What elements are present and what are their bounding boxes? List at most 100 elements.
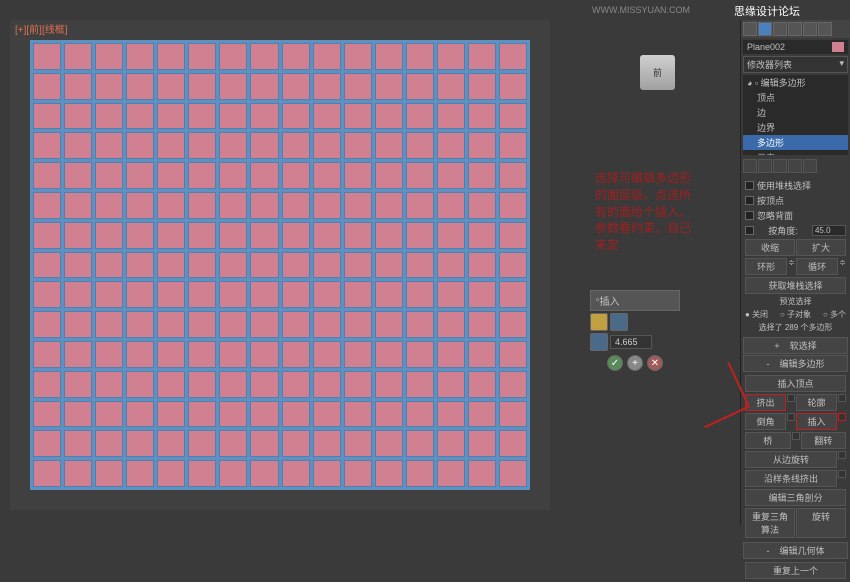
inset-button[interactable]: 插入 xyxy=(796,413,837,430)
plane-face[interactable] xyxy=(250,311,278,338)
plane-face[interactable] xyxy=(33,162,61,189)
shrink-button[interactable]: 收缩 xyxy=(745,239,795,256)
loop-button[interactable]: 循环 xyxy=(796,258,838,275)
plane-face[interactable] xyxy=(95,341,123,368)
bevel-settings-icon[interactable] xyxy=(787,413,795,421)
plane-face[interactable] xyxy=(188,103,216,130)
plane-face[interactable] xyxy=(313,132,341,159)
plane-face[interactable] xyxy=(219,401,247,428)
edit-tri-button[interactable]: 编辑三角剖分 xyxy=(745,489,846,506)
plane-face[interactable] xyxy=(33,460,61,487)
plane-face[interactable] xyxy=(344,252,372,279)
plane-face[interactable] xyxy=(126,311,154,338)
plane-face[interactable] xyxy=(344,103,372,130)
plane-face[interactable] xyxy=(95,281,123,308)
caddy-apply-button[interactable]: + xyxy=(627,355,643,371)
plane-face[interactable] xyxy=(468,430,496,457)
plane-face[interactable] xyxy=(250,73,278,100)
plane-face[interactable] xyxy=(406,430,434,457)
plane-face[interactable] xyxy=(33,311,61,338)
plane-face[interactable] xyxy=(282,341,310,368)
plane-face[interactable] xyxy=(468,341,496,368)
plane-face[interactable] xyxy=(313,103,341,130)
plane-face[interactable] xyxy=(188,73,216,100)
plane-face[interactable] xyxy=(499,162,527,189)
repeat-last-button[interactable]: 重复上一个 xyxy=(745,562,846,579)
ignore-back-checkbox[interactable] xyxy=(745,211,754,220)
plane-face[interactable] xyxy=(468,311,496,338)
plane-face[interactable] xyxy=(468,43,496,70)
plane-face[interactable] xyxy=(126,341,154,368)
plane-face[interactable] xyxy=(188,132,216,159)
plane-face[interactable] xyxy=(406,460,434,487)
plane-face[interactable] xyxy=(95,132,123,159)
plane-face[interactable] xyxy=(126,281,154,308)
plane-face[interactable] xyxy=(219,371,247,398)
plane-face[interactable] xyxy=(499,341,527,368)
plane-face[interactable] xyxy=(250,103,278,130)
plane-face[interactable] xyxy=(406,401,434,428)
modify-tab-icon[interactable] xyxy=(758,22,772,36)
plane-face[interactable] xyxy=(250,460,278,487)
object-name-field[interactable]: Plane002 xyxy=(743,40,848,54)
plane-face[interactable] xyxy=(33,430,61,457)
plane-face[interactable] xyxy=(188,311,216,338)
inset-type-poly-icon[interactable] xyxy=(610,313,628,331)
plane-face[interactable] xyxy=(282,460,310,487)
plane-face[interactable] xyxy=(157,192,185,219)
plane-face[interactable] xyxy=(375,103,403,130)
plane-face[interactable] xyxy=(33,73,61,100)
plane-face[interactable] xyxy=(313,371,341,398)
outline-settings-icon[interactable] xyxy=(838,394,846,402)
plane-face[interactable] xyxy=(219,460,247,487)
plane-face[interactable] xyxy=(126,192,154,219)
plane-face[interactable] xyxy=(157,252,185,279)
plane-face[interactable] xyxy=(95,192,123,219)
plane-face[interactable] xyxy=(499,192,527,219)
plane-face[interactable] xyxy=(219,430,247,457)
plane-face[interactable] xyxy=(468,460,496,487)
plane-face[interactable] xyxy=(64,371,92,398)
plane-face[interactable] xyxy=(188,371,216,398)
plane-face[interactable] xyxy=(250,401,278,428)
plane-face[interactable] xyxy=(344,43,372,70)
plane-face[interactable] xyxy=(468,73,496,100)
plane-face[interactable] xyxy=(157,371,185,398)
plane-face[interactable] xyxy=(219,73,247,100)
plane-face[interactable] xyxy=(499,371,527,398)
plane-face[interactable] xyxy=(188,430,216,457)
plane-face[interactable] xyxy=(64,252,92,279)
plane-face[interactable] xyxy=(126,222,154,249)
plane-face[interactable] xyxy=(282,162,310,189)
plane-face[interactable] xyxy=(64,73,92,100)
plane-face[interactable] xyxy=(468,401,496,428)
plane-face[interactable] xyxy=(344,371,372,398)
plane-face[interactable] xyxy=(375,252,403,279)
plane-face[interactable] xyxy=(157,401,185,428)
ring-button[interactable]: 环形 xyxy=(745,258,787,275)
plane-face[interactable] xyxy=(126,460,154,487)
create-tab-icon[interactable] xyxy=(743,22,757,36)
plane-face[interactable] xyxy=(126,43,154,70)
plane-face[interactable] xyxy=(437,401,465,428)
hinge-button[interactable]: 从边旋转 xyxy=(745,451,837,468)
flip-button[interactable]: 翻转 xyxy=(801,432,847,449)
plane-face[interactable] xyxy=(344,401,372,428)
plane-face[interactable] xyxy=(219,311,247,338)
plane-face[interactable] xyxy=(406,43,434,70)
plane-face[interactable] xyxy=(33,252,61,279)
use-stack-checkbox[interactable] xyxy=(745,181,754,190)
plane-face[interactable] xyxy=(313,43,341,70)
hierarchy-tab-icon[interactable] xyxy=(773,22,787,36)
plane-face[interactable] xyxy=(157,460,185,487)
plane-face[interactable] xyxy=(468,192,496,219)
plane-face[interactable] xyxy=(126,73,154,100)
plane-face[interactable] xyxy=(406,252,434,279)
plane-face[interactable] xyxy=(437,252,465,279)
plane-face[interactable] xyxy=(250,430,278,457)
plane-face[interactable] xyxy=(126,430,154,457)
plane-face[interactable] xyxy=(437,460,465,487)
plane-face[interactable] xyxy=(95,460,123,487)
plane-face[interactable] xyxy=(188,222,216,249)
plane-face[interactable] xyxy=(375,192,403,219)
